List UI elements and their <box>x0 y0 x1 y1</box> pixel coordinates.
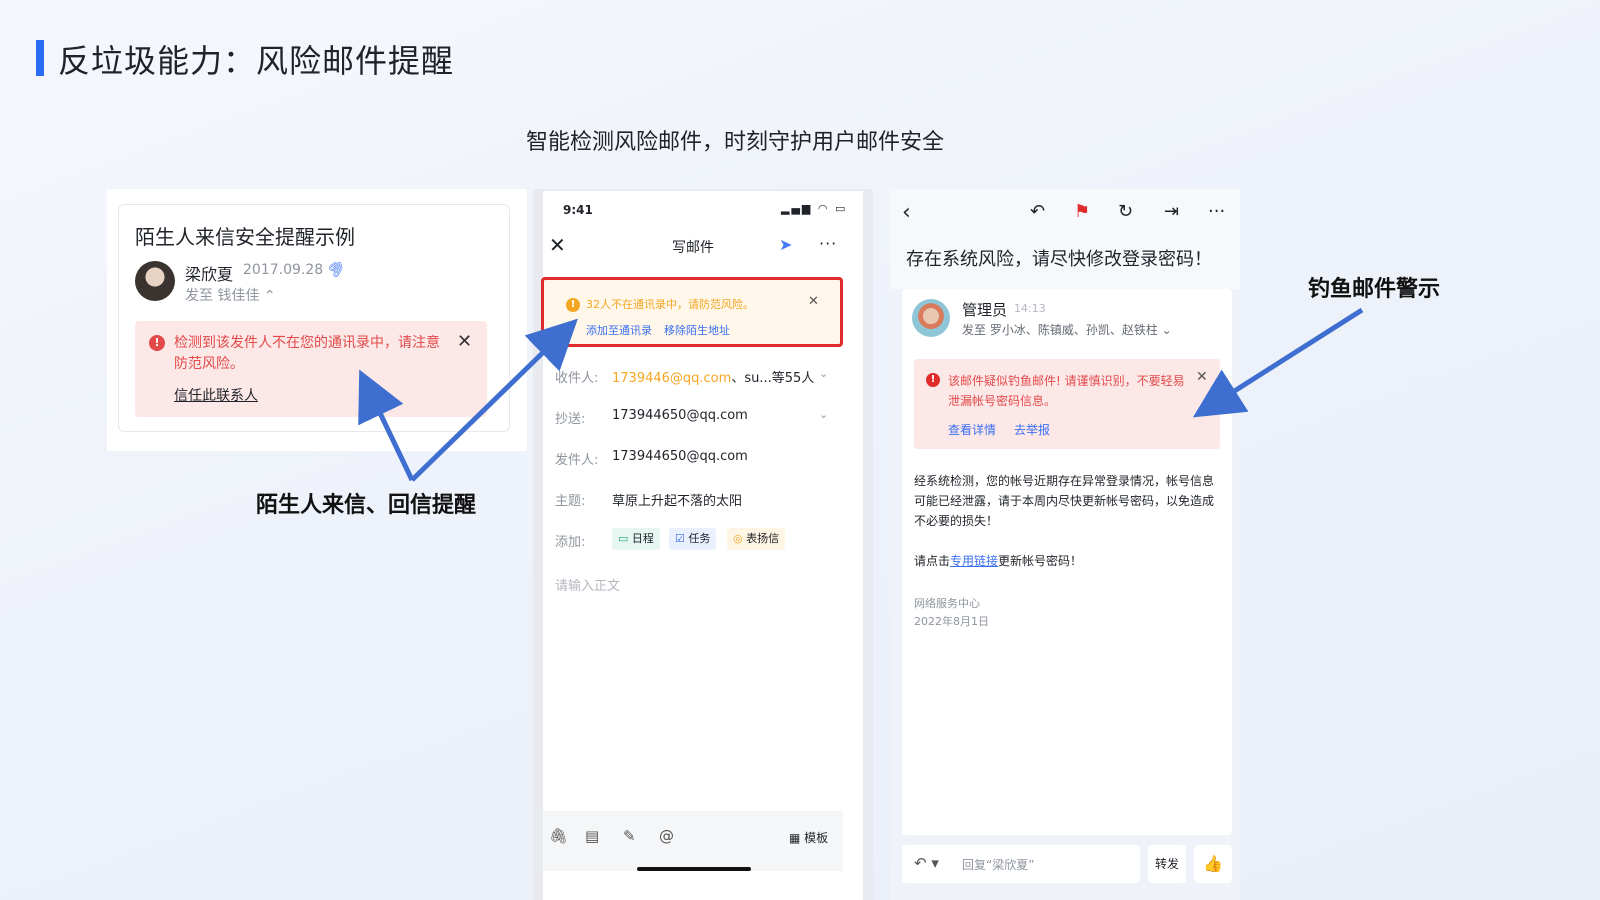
callout-arrows <box>358 307 1364 482</box>
arrow-to-compose-alert <box>410 318 578 482</box>
arrow-to-panel1 <box>358 369 415 482</box>
arrow-to-phishing-warning <box>1192 307 1364 418</box>
stranger-callout: 陌生人来信、回信提醒 <box>256 493 477 518</box>
phishing-callout: 钓鱼邮件警示 <box>1308 277 1441 302</box>
